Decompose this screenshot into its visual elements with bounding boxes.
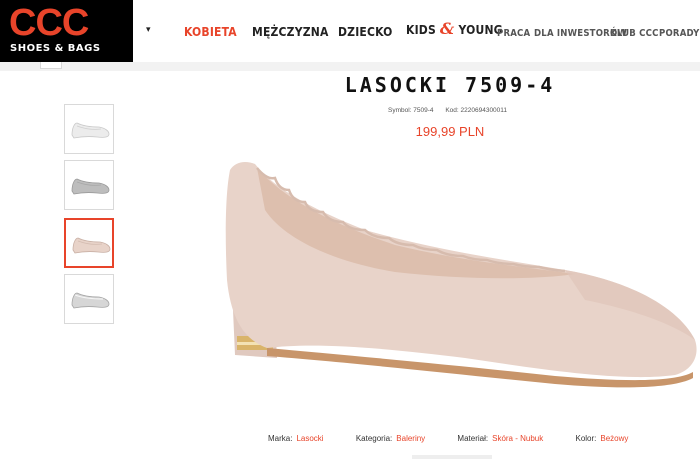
shoe-thumbnail-icon	[71, 292, 110, 309]
site-header: CCC SHOES & BAGS ▾ KOBIETA MĘŻCZYZNA DZI…	[0, 0, 700, 62]
product-symbol: Symbol: 7509-4	[388, 107, 434, 114]
thumbnail-4[interactable]	[64, 274, 114, 324]
nav-item-dziecko[interactable]: DZIECKO	[338, 24, 393, 40]
attr-material-label: Materiał:	[457, 434, 489, 443]
shoe-thumbnail-icon	[72, 237, 111, 254]
attr-kategoria: Kategoria: Baleriny	[356, 434, 425, 443]
nav-item-praca[interactable]: PRACA	[497, 26, 530, 42]
nav-item-klub[interactable]: KLUB CCC	[610, 26, 659, 42]
nav-item-porady[interactable]: PORADY	[659, 26, 700, 42]
attr-kolor-value[interactable]: Beżowy	[600, 434, 628, 443]
nav-item-mezczyzna[interactable]: MĘŻCZYZNA	[252, 24, 329, 40]
logo-wordmark: CCC	[9, 2, 89, 44]
attr-kolor-label: Kolor:	[575, 434, 597, 443]
thumbnail-2[interactable]	[64, 160, 114, 210]
attr-kategoria-value[interactable]: Baleriny	[396, 434, 425, 443]
product-main-image[interactable]	[205, 150, 700, 400]
attr-material-value[interactable]: Skóra - Nubuk	[492, 434, 543, 443]
gallery-scroll-up-tab[interactable]	[40, 62, 62, 69]
header-divider-band	[0, 62, 700, 71]
thumbnail-3-selected[interactable]	[64, 218, 114, 268]
logo-tagline: SHOES & BAGS	[10, 43, 101, 54]
attr-kolor: Kolor: Beżowy	[575, 434, 628, 443]
product-code: Kod: 2220694300011	[445, 107, 508, 114]
product-price: 199,99 PLN	[415, 124, 485, 139]
bottom-divider	[412, 455, 492, 459]
ccc-logo[interactable]: CCC SHOES & BAGS	[0, 0, 133, 62]
attr-material: Materiał: Skóra - Nubuk	[457, 434, 543, 443]
product-attributes: Marka: Lasocki Kategoria: Baleriny Materia…	[268, 434, 658, 443]
shoe-thumbnail-icon	[71, 178, 110, 195]
product-codes: Symbol: 7509-4 Kod: 2220694300011	[388, 107, 517, 114]
nav-kids-ampersand: &	[439, 19, 455, 38]
shoe-thumbnail-icon	[71, 122, 110, 139]
attr-marka-value[interactable]: Lasocki	[296, 434, 323, 443]
attr-marka-label: Marka:	[268, 434, 293, 443]
thumbnail-1[interactable]	[64, 104, 114, 154]
attr-kategoria-label: Kategoria:	[355, 434, 393, 443]
nav-item-kobieta[interactable]: KOBIETA	[184, 24, 237, 40]
chevron-down-icon[interactable]: ▾	[146, 24, 151, 35]
product-title: LASOCKI 7509-4	[344, 73, 556, 97]
nav-item-kids-young[interactable]: KIDS & YOUNG	[406, 21, 503, 38]
attr-marka: Marka: Lasocki	[268, 434, 324, 443]
nav-kids-label: KIDS	[406, 23, 436, 37]
